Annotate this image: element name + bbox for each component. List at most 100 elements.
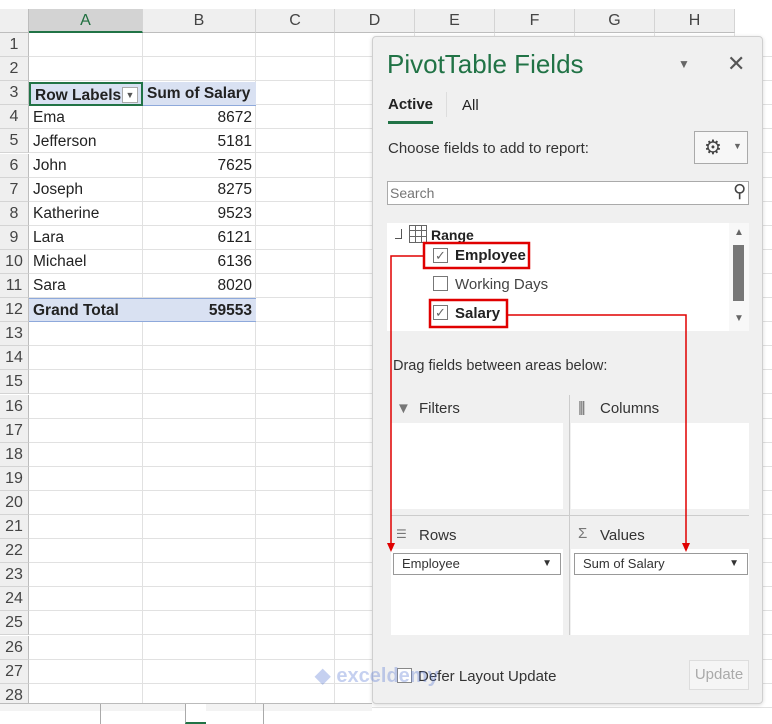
row-header-13[interactable]: 13 [0, 322, 29, 347]
row-header-6[interactable]: 6 [0, 153, 29, 178]
row-header-3[interactable]: 3 [0, 81, 29, 106]
row-header-12[interactable]: 12 [0, 298, 29, 323]
chevron-down-icon: ▼ [733, 141, 742, 151]
sum-salary-header: Sum of Salary [143, 82, 256, 106]
scroll-up-icon[interactable]: ▲ [734, 227, 744, 238]
sheet-tab-active[interactable] [185, 704, 206, 724]
scroll-down-icon[interactable]: ▼ [734, 313, 744, 324]
select-all-corner[interactable] [0, 9, 29, 33]
scroll-thumb[interactable] [733, 245, 744, 301]
pivot-row-label[interactable]: Sara [29, 274, 143, 298]
pivot-row-label[interactable]: Jefferson [29, 130, 143, 154]
tools-button[interactable]: ⚙ ▼ [694, 131, 748, 164]
pivot-row-label[interactable]: Katherine [29, 202, 143, 226]
filters-drop-area[interactable] [391, 423, 563, 509]
columns-drop-area[interactable] [571, 423, 749, 509]
column-header-G[interactable]: G [575, 9, 655, 33]
tab-all[interactable]: All [462, 97, 479, 114]
sheet-tab[interactable] [263, 704, 284, 724]
values-sum-salary-dropdown[interactable]: Sum of Salary ▼ [574, 553, 748, 575]
rows-icon: ☰ [396, 527, 407, 541]
search-icon: ⚲ [732, 181, 746, 201]
row-header-26[interactable]: 26 [0, 635, 29, 660]
pivot-row-value[interactable]: 8020 [143, 274, 256, 298]
pivot-row-value[interactable]: 5181 [143, 130, 256, 154]
row-labels-text: Row Labels [35, 87, 122, 104]
row-header-20[interactable]: 20 [0, 490, 29, 515]
pivot-row-label[interactable]: John [29, 154, 143, 178]
row-header-19[interactable]: 19 [0, 466, 29, 491]
employee-checkbox[interactable]: ✓ [433, 248, 448, 263]
field-working-days[interactable]: Working Days [455, 276, 548, 293]
pivot-row-value[interactable]: 6121 [143, 226, 256, 250]
table-icon [409, 225, 427, 243]
pivot-row-value[interactable]: 7625 [143, 154, 256, 178]
rows-employee-dropdown[interactable]: Employee ▼ [393, 553, 561, 575]
search-field[interactable]: ⚲ [387, 181, 749, 205]
row-header-1[interactable]: 1 [0, 33, 29, 57]
close-icon[interactable]: ✕ [727, 51, 745, 77]
values-item-label: Sum of Salary [583, 556, 665, 571]
search-input[interactable] [388, 182, 718, 204]
working-days-checkbox[interactable] [433, 276, 448, 291]
row-header-22[interactable]: 22 [0, 539, 29, 564]
filter-icon: ▼ [396, 400, 411, 417]
row-header-14[interactable]: 14 [0, 346, 29, 371]
row-header-23[interactable]: 23 [0, 563, 29, 588]
pivot-row-label[interactable]: Ema [29, 106, 143, 130]
rows-area-label: Rows [419, 527, 457, 544]
pivottable-fields-pane: PivotTable Fields ▼ ✕ Active All Choose … [315, 36, 763, 704]
field-list: Range ✓ Employee Working Days ✓ Salary ▲… [387, 223, 749, 331]
row-header-24[interactable]: 24 [0, 587, 29, 612]
update-button[interactable]: Update [689, 660, 749, 690]
column-header-C[interactable]: C [256, 9, 335, 33]
field-list-scrollbar[interactable]: ▲ ▼ [729, 223, 749, 331]
chevron-down-icon: ▼ [542, 558, 552, 569]
filter-dropdown-icon[interactable]: ▼ [122, 87, 138, 103]
top-bar [0, 0, 772, 9]
row-header-4[interactable]: 4 [0, 105, 29, 130]
collapse-icon[interactable] [395, 229, 402, 239]
column-header-E[interactable]: E [415, 9, 495, 33]
row-header-8[interactable]: 8 [0, 201, 29, 226]
pivot-row-label[interactable]: Lara [29, 226, 143, 250]
row-header-10[interactable]: 10 [0, 249, 29, 274]
tab-active[interactable]: Active [388, 96, 434, 124]
column-header-F[interactable]: F [495, 9, 575, 33]
row-header-18[interactable]: 18 [0, 442, 29, 467]
row-header-21[interactable]: 21 [0, 515, 29, 539]
pivot-row-label[interactable]: Michael [29, 250, 143, 274]
column-header-H[interactable]: H [655, 9, 735, 33]
salary-checkbox[interactable]: ✓ [433, 305, 448, 320]
row-header-16[interactable]: 16 [0, 394, 29, 419]
column-gridline [334, 33, 335, 703]
column-header-A[interactable]: A [29, 9, 143, 33]
column-header-B[interactable]: B [143, 9, 256, 33]
row-header-7[interactable]: 7 [0, 177, 29, 202]
row-header-25[interactable]: 25 [0, 611, 29, 636]
pivot-row-value[interactable]: 8275 [143, 178, 256, 202]
row-labels-header[interactable]: Row Labels ▼ [29, 82, 143, 106]
defer-layout-checkbox[interactable] [397, 668, 412, 683]
column-header-D[interactable]: D [335, 9, 415, 33]
rows-item-label: Employee [402, 556, 460, 571]
pivot-row-value[interactable]: 8672 [143, 106, 256, 130]
pivot-row-value[interactable]: 9523 [143, 202, 256, 226]
row-header-11[interactable]: 11 [0, 274, 29, 298]
gear-icon: ⚙ [704, 137, 722, 159]
sigma-icon: Σ [578, 525, 588, 542]
row-header-9[interactable]: 9 [0, 225, 29, 250]
sheet-tab[interactable] [100, 704, 121, 724]
field-employee[interactable]: Employee [455, 247, 526, 264]
columns-icon: ||| [578, 399, 586, 416]
row-header-17[interactable]: 17 [0, 418, 29, 443]
field-salary[interactable]: Salary [455, 305, 500, 322]
row-header-2[interactable]: 2 [0, 57, 29, 82]
row-header-15[interactable]: 15 [0, 370, 29, 395]
range-label: Range [431, 227, 474, 243]
row-header-27[interactable]: 27 [0, 659, 29, 684]
pivot-row-value[interactable]: 6136 [143, 250, 256, 274]
pane-options-dropdown-icon[interactable]: ▼ [678, 57, 690, 71]
pivot-row-label[interactable]: Joseph [29, 178, 143, 202]
row-header-5[interactable]: 5 [0, 129, 29, 154]
